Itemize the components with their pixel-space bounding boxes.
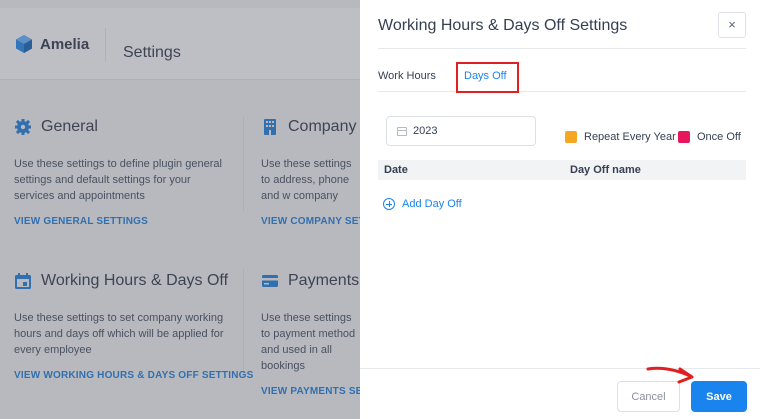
add-day-off-label: Add Day Off (402, 198, 462, 210)
legend-swatch-orange (565, 131, 577, 143)
modal-title: Working Hours & Days Off Settings (378, 17, 628, 34)
legend-label: Once Off (697, 131, 741, 143)
year-value: 2023 (413, 125, 438, 137)
days-off-table-header: Date Day Off name (378, 160, 746, 180)
legend-repeat-every-year: Repeat Every Year (565, 131, 676, 143)
days-off-highlight-box (456, 62, 519, 93)
legend-label: Repeat Every Year (584, 131, 676, 143)
modal-tabs: Work Hours Days Off (378, 70, 746, 92)
add-day-off-button[interactable]: Add Day Off (383, 198, 462, 210)
tab-work-hours[interactable]: Work Hours (378, 70, 436, 82)
save-button[interactable]: Save (691, 381, 747, 412)
footer-divider (360, 368, 760, 369)
legend-once-off: Once Off (678, 131, 741, 143)
header-divider (378, 48, 746, 49)
column-day-off-name: Day Off name (570, 164, 641, 176)
legend-swatch-pink (678, 131, 690, 143)
plus-circle-icon (383, 198, 395, 210)
year-picker[interactable]: 2023 (386, 116, 536, 146)
working-hours-modal: Working Hours & Days Off Settings × Work… (360, 0, 760, 419)
calendar-icon (397, 127, 407, 136)
column-date: Date (384, 164, 408, 176)
close-button[interactable]: × (718, 12, 746, 38)
red-arrow-icon (646, 366, 694, 384)
